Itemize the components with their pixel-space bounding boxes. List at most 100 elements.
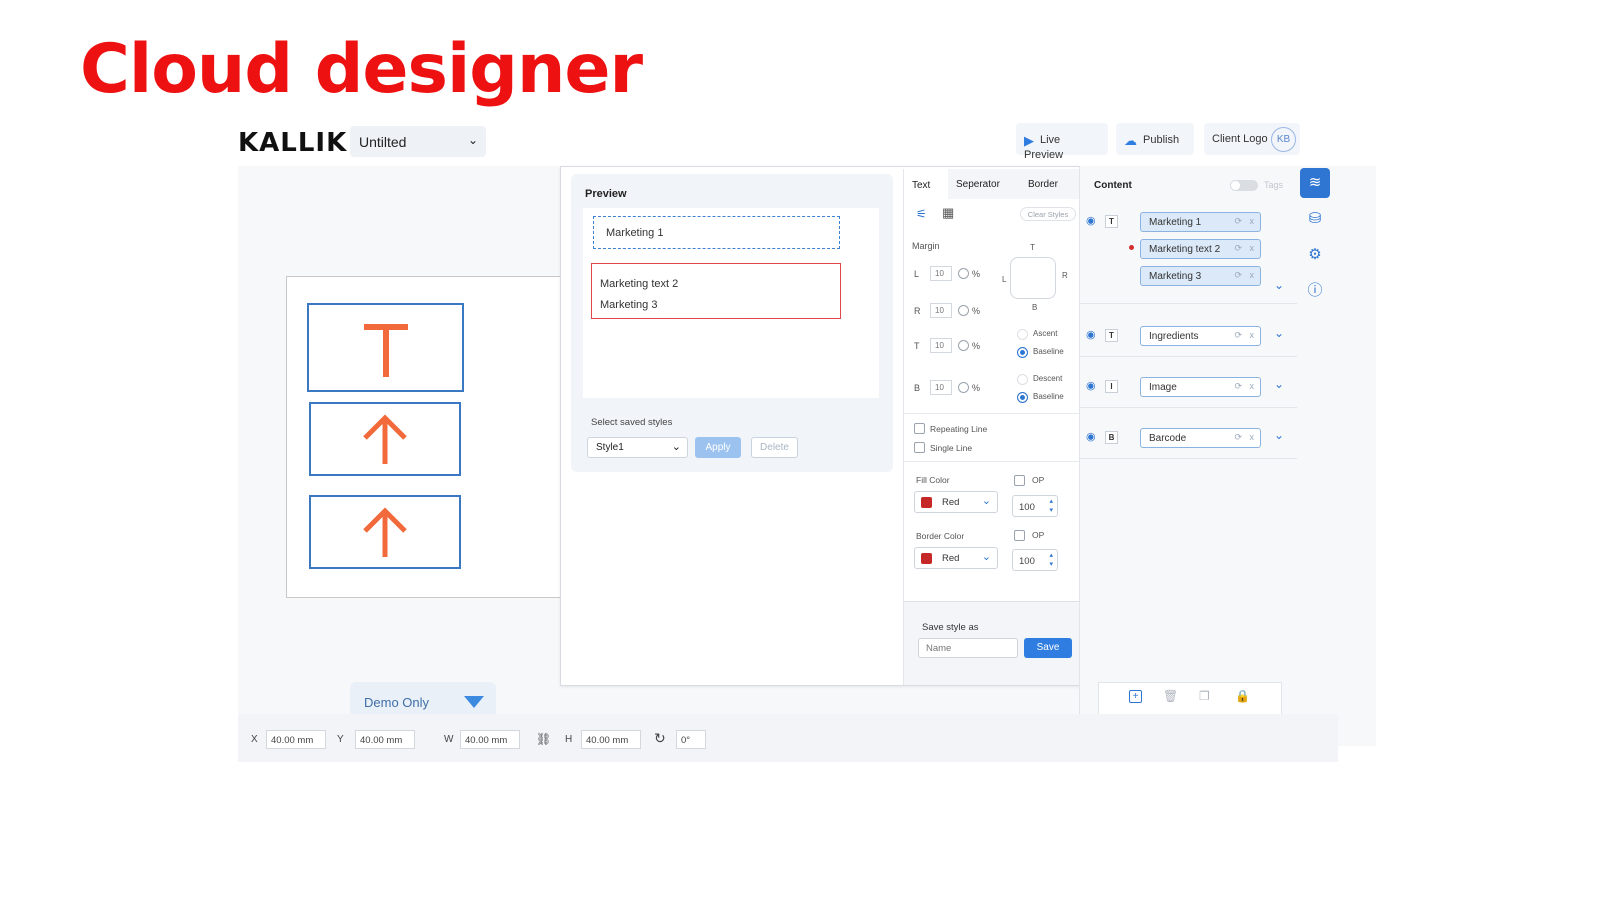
paint-bucket-icon[interactable]: ⛁ — [1300, 204, 1330, 234]
barcode-tile[interactable] — [309, 495, 461, 569]
margin-right-input[interactable]: 10 — [930, 303, 952, 318]
tab-text[interactable]: Text — [904, 169, 948, 199]
w-input[interactable]: 40.00 mm — [460, 730, 520, 749]
content-chip[interactable]: Ingredients ⟳ x — [1140, 326, 1261, 346]
clear-styles-button[interactable]: Clear Styles — [1020, 207, 1076, 221]
border-opacity-input[interactable]: 100 ▴ ▾ — [1012, 549, 1058, 571]
lock-icon[interactable]: 🔒 — [1235, 689, 1250, 703]
chevron-down-icon[interactable]: ⌄ — [1274, 428, 1284, 442]
apply-button[interactable]: Apply — [695, 437, 741, 458]
content-chip[interactable]: Marketing 3 ⟳ x — [1140, 266, 1261, 286]
border-color-label: Border Color — [916, 531, 965, 541]
close-icon[interactable]: x — [1250, 270, 1255, 280]
y-input[interactable]: 40.00 mm — [355, 730, 415, 749]
text-tile[interactable] — [307, 303, 464, 392]
sliders-icon[interactable]: ⚟ — [916, 207, 927, 221]
fill-opacity-input[interactable]: 100 ▴ ▾ — [1012, 495, 1058, 517]
triangle-down-icon — [464, 696, 484, 708]
eye-icon[interactable]: ◉ — [1086, 430, 1096, 443]
preview-area: Marketing 1 Marketing text 2 Marketing 3 — [583, 208, 879, 398]
x-input[interactable]: 40.00 mm — [266, 730, 326, 749]
sync-icon[interactable]: ⟳ — [1234, 270, 1242, 281]
repeating-line-checkbox[interactable] — [914, 423, 925, 434]
percent-radio[interactable] — [958, 340, 969, 351]
stepper-icon[interactable]: ▴ ▾ — [1049, 551, 1053, 569]
sync-icon[interactable]: ⟳ — [1234, 243, 1242, 254]
percent-radio[interactable] — [958, 305, 969, 316]
live-preview-button[interactable]: ▶ Live Preview — [1016, 123, 1108, 161]
layers-icon[interactable]: ≋ — [1300, 168, 1330, 198]
tags-toggle[interactable] — [1230, 180, 1258, 191]
percent-radio[interactable] — [958, 268, 969, 279]
fill-color-label: Fill Color — [916, 475, 950, 485]
document-select[interactable]: Untilted ⌄ — [350, 126, 486, 157]
sync-icon[interactable]: ⟳ — [1234, 330, 1242, 341]
type-badge: B — [1105, 431, 1118, 444]
link-icon[interactable]: ⛓ — [536, 732, 551, 746]
tab-seperator[interactable]: Seperator — [956, 179, 1000, 190]
border-op-checkbox[interactable] — [1014, 530, 1025, 541]
chevron-down-icon[interactable]: ⌄ — [1274, 278, 1284, 292]
baseline-radio[interactable] — [1017, 392, 1028, 403]
stepper-icon[interactable]: ▴ ▾ — [1049, 497, 1053, 515]
rotation-input[interactable]: 0° — [676, 730, 706, 749]
chevron-down-icon: ⌄ — [671, 441, 681, 453]
eye-icon[interactable]: ◉ — [1086, 214, 1096, 227]
descent-radio[interactable] — [1017, 374, 1028, 385]
chevron-down-icon[interactable]: ⌄ — [1274, 326, 1284, 340]
divider — [1080, 356, 1297, 357]
trash-icon[interactable]: 🗑 — [1163, 689, 1178, 703]
eye-icon[interactable]: ◉ — [1086, 328, 1096, 341]
chevron-down-icon[interactable]: ⌄ — [1274, 377, 1284, 391]
client-logo-button[interactable]: Client Logo KB — [1204, 123, 1300, 155]
close-icon[interactable]: x — [1250, 216, 1255, 226]
rotate-icon[interactable]: ↻ — [654, 730, 666, 747]
cloud-upload-icon: ☁ — [1124, 133, 1137, 148]
preview-group[interactable]: Marketing text 2 Marketing 3 — [591, 263, 841, 319]
copy-icon[interactable]: ❐ — [1199, 689, 1210, 703]
artboard[interactable] — [286, 276, 566, 598]
margin-left-input[interactable]: 10 — [930, 266, 952, 281]
status-bar: X 40.00 mm Y 40.00 mm W 40.00 mm ⛓ H 40.… — [238, 714, 1338, 762]
content-chip[interactable]: Marketing text 2 ⟳ x — [1140, 239, 1261, 259]
preview-item: Marketing text 2 — [600, 278, 679, 290]
margin-bottom-input[interactable]: 10 — [930, 380, 952, 395]
sync-icon[interactable]: ⟳ — [1234, 216, 1242, 227]
help-icon[interactable]: ⓘ — [1300, 276, 1330, 306]
saved-style-select[interactable]: Style1 ⌄ — [587, 437, 688, 458]
style-name-input[interactable] — [918, 638, 1018, 658]
grid-icon[interactable]: ▦ — [942, 205, 954, 221]
close-icon[interactable]: x — [1250, 432, 1255, 442]
close-icon[interactable]: x — [1250, 243, 1255, 253]
image-tile[interactable] — [309, 402, 461, 476]
gear-icon[interactable]: ⚙ — [1300, 240, 1330, 270]
sync-icon[interactable]: ⟳ — [1234, 381, 1242, 392]
margin-top-input[interactable]: 10 — [930, 338, 952, 353]
add-icon[interactable]: + — [1129, 690, 1142, 703]
sync-icon[interactable]: ⟳ — [1234, 432, 1242, 443]
percent-radio[interactable] — [958, 382, 969, 393]
margin-box-diagram — [1010, 257, 1056, 299]
close-icon[interactable]: x — [1250, 381, 1255, 391]
type-badge: T — [1105, 329, 1118, 342]
save-button[interactable]: Save — [1024, 638, 1072, 658]
content-chip[interactable]: Barcode ⟳ x — [1140, 428, 1261, 448]
single-line-checkbox[interactable] — [914, 442, 925, 453]
avatar[interactable]: KB — [1271, 127, 1296, 152]
delete-button[interactable]: Delete — [751, 437, 798, 458]
eye-icon[interactable]: ◉ — [1086, 379, 1096, 392]
app-logo: KALLIK — [238, 128, 348, 158]
content-chip[interactable]: Marketing 1 ⟳ x — [1140, 212, 1261, 232]
tab-border[interactable]: Border — [1028, 179, 1058, 190]
border-color-select[interactable]: Red ⌄ — [914, 547, 998, 569]
ascent-radio[interactable] — [1017, 329, 1028, 340]
unit-label: % — [972, 383, 981, 393]
publish-button[interactable]: ☁ Publish — [1116, 123, 1194, 155]
content-chip[interactable]: Image ⟳ x — [1140, 377, 1261, 397]
close-icon[interactable]: x — [1250, 330, 1255, 340]
fill-op-checkbox[interactable] — [1014, 475, 1025, 486]
baseline-radio[interactable] — [1017, 347, 1028, 358]
h-input[interactable]: 40.00 mm — [581, 730, 641, 749]
fill-color-select[interactable]: Red ⌄ — [914, 491, 998, 513]
preview-item-selected[interactable]: Marketing 1 — [593, 216, 840, 249]
